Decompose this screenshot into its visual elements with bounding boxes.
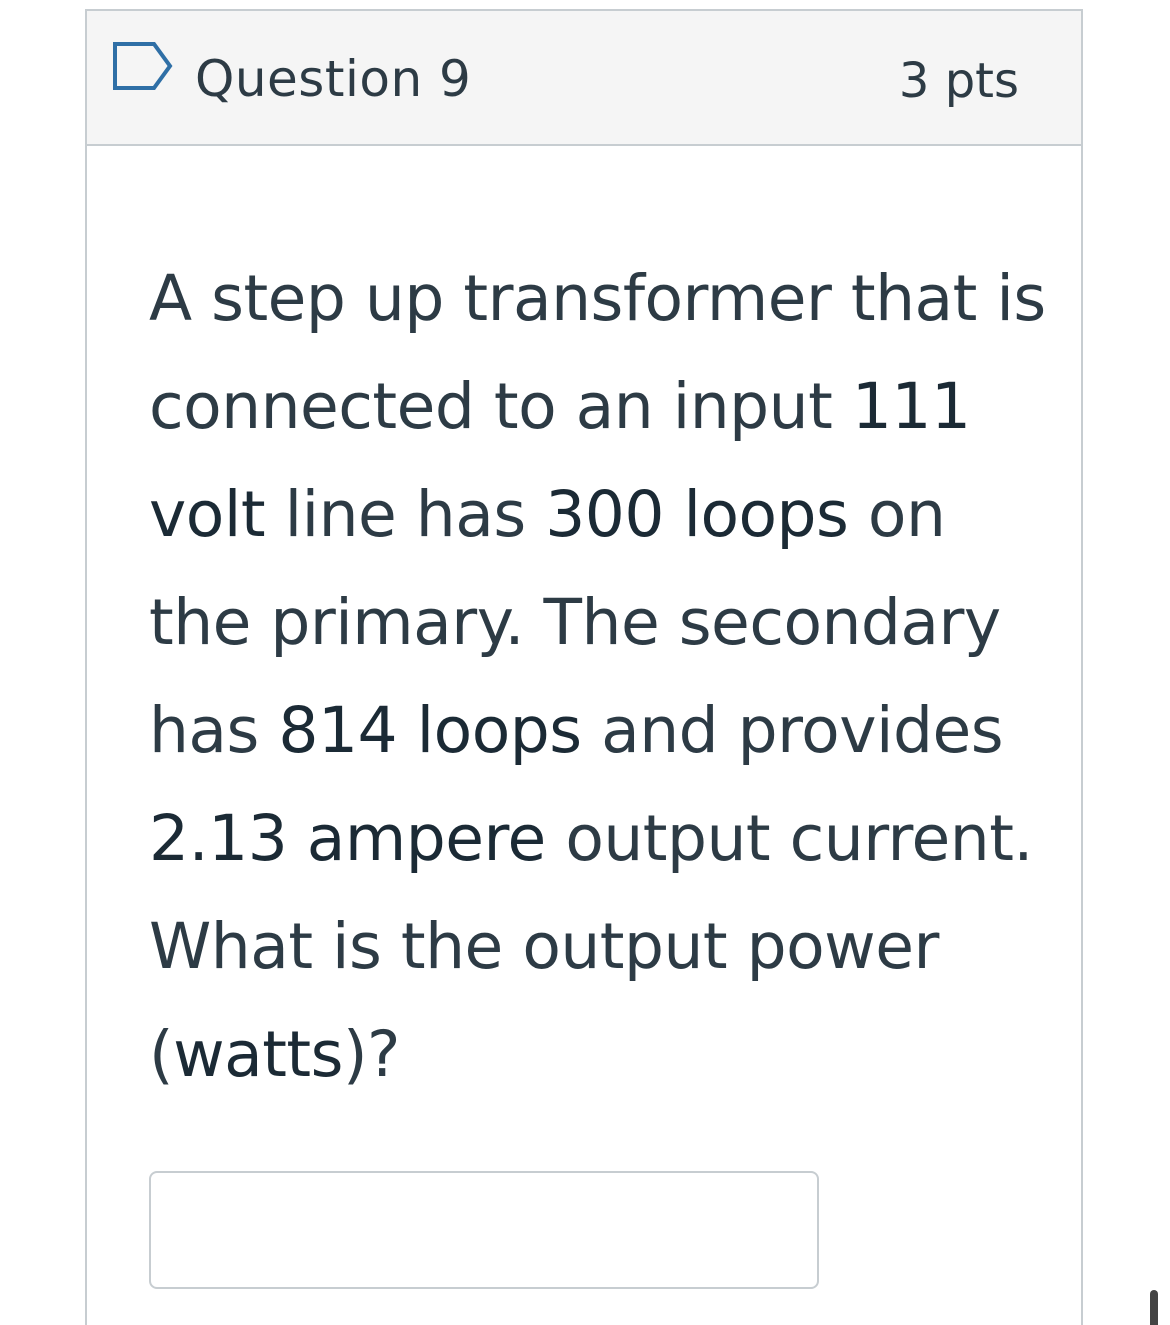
scrollbar-thumb[interactable] [1150,1290,1158,1325]
unit-watts: watts [173,1018,343,1091]
answer-input[interactable] [149,1171,819,1289]
output-current-value: 2.13 ampere [149,802,546,875]
question-header: Question 9 3 pts [87,11,1081,146]
flag-icon[interactable] [112,41,174,91]
question-text: A step up transformer that is connected … [149,245,1049,1109]
primary-loops-value: 300 loops [545,478,849,551]
question-text-part: line has [265,478,546,551]
question-points: 3 pts [898,53,1019,109]
question-text-part: )? [342,1018,401,1091]
quiz-question: Question 9 3 pts A step up transformer t… [85,9,1083,1325]
question-text-part: and provides [581,694,1004,767]
question-title: Question 9 [195,50,472,108]
secondary-loops-value: 814 loops [278,694,582,767]
